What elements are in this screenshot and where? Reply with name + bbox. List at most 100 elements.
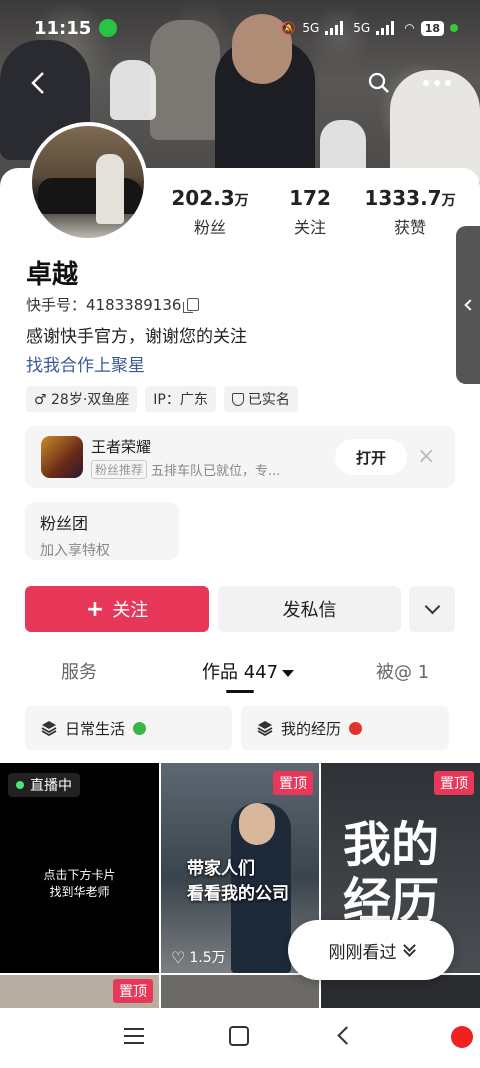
collection-my-experience-label: 我的经历 [281, 719, 342, 738]
tab-service[interactable]: 服务 [61, 658, 97, 684]
chevron-left-icon [464, 299, 476, 311]
profile-bio: 感谢快手官方，谢谢您的关注 [26, 327, 247, 347]
video-caption: 我的 经历 [343, 817, 439, 929]
tab-mentions[interactable]: 被@ 1 [376, 658, 429, 684]
kuaishou-id-row: 快手号：4183389136 [26, 294, 200, 315]
video2-caption-line1: 带家人们 [187, 859, 255, 879]
stat-fans[interactable]: 202.3万 粉丝 [160, 186, 260, 238]
stat-likes-unit: 万 [441, 193, 456, 209]
side-drawer-handle[interactable] [456, 226, 480, 384]
chevron-down-icon [424, 598, 440, 615]
wechat-icon [99, 19, 118, 37]
just-watched-button[interactable]: 刚刚看过 [288, 920, 454, 980]
live-text-line2: 找到华老师 [49, 885, 110, 899]
video-likes: ♡ 1.5万 [171, 947, 226, 967]
close-icon[interactable]: × [417, 444, 435, 469]
live-badge: 直播中 [8, 773, 80, 797]
signal-icon [325, 21, 347, 35]
video-tile[interactable]: 置顶 [0, 975, 159, 1008]
profile-tabs: 服务 作品 447 被@ 1 [0, 654, 480, 694]
fan-club-subtitle: 加入享特权 [40, 543, 110, 559]
stat-following[interactable]: 172 关注 [260, 186, 360, 238]
tag-verified-label: 已实名 [247, 392, 290, 408]
pinned-badge: 置顶 [273, 771, 313, 795]
home-icon[interactable] [229, 1026, 249, 1046]
status-time: 11:15 [34, 17, 92, 39]
status-bar: 11:15 🔕 5G 5G ◠ 18 [0, 0, 480, 56]
tag-age: ♂ 28岁·双鱼座 [26, 386, 138, 412]
tag-age-label: ♂ 28岁·双鱼座 [34, 392, 130, 408]
profile-name: 卓越 [26, 260, 79, 290]
video2-likes-count: 1.5万 [189, 950, 226, 966]
menu-icon[interactable] [124, 1028, 144, 1044]
record-dot-icon[interactable] [451, 1026, 473, 1048]
wifi-icon: ◠ [404, 21, 415, 35]
profile-tags: ♂ 28岁·双鱼座 IP：广东 已实名 [26, 386, 298, 412]
more-icon[interactable] [420, 66, 454, 100]
message-button[interactable]: 发私信 [218, 586, 401, 632]
back-nav-icon[interactable] [337, 1026, 356, 1045]
active-tab-indicator [226, 690, 254, 693]
red-circle-icon [349, 721, 363, 735]
live-tile-text: 点击下方卡片 找到华老师 [0, 867, 159, 901]
stat-following-number: 172 [289, 186, 331, 210]
pinned-badge: 置顶 [113, 979, 153, 1003]
tag-ip-label: IP：广东 [153, 392, 208, 408]
signal1-label: 5G [302, 21, 320, 35]
video3-caption-line1: 我的 [343, 817, 440, 873]
battery-icon: 18 [420, 20, 444, 36]
tab-works-label: 作品 447 [202, 662, 279, 683]
follow-button[interactable]: + 关注 [25, 586, 209, 632]
stat-likes[interactable]: 1333.7万 获赞 [360, 186, 460, 238]
copy-icon[interactable] [183, 298, 200, 313]
layers-icon [257, 721, 273, 736]
tab-works[interactable]: 作品 447 [202, 658, 295, 684]
pinned-badge: 置顶 [434, 771, 474, 795]
status-dot-icon [450, 24, 458, 32]
collab-link[interactable]: 找我合作上聚星 [26, 351, 145, 376]
game-subtitle: 五排车队已就位，专... [151, 464, 281, 479]
caret-down-icon [282, 669, 295, 677]
signal2-icon [376, 21, 398, 35]
system-nav-bar [0, 1008, 480, 1068]
heart-icon: ♡ [171, 947, 186, 967]
shield-icon [231, 392, 244, 406]
fan-recommend-badge: 粉丝推荐 [91, 460, 148, 479]
stat-following-label: 关注 [293, 218, 326, 237]
game-icon [41, 436, 83, 478]
open-game-button[interactable]: 打开 [335, 439, 407, 475]
video-caption: 带家人们 看看我的公司 [187, 857, 289, 907]
collection-daily-life[interactable]: 日常生活 [25, 706, 232, 750]
stat-likes-label: 获赞 [393, 218, 426, 237]
profile-stats: 202.3万 粉丝 172 关注 1333.7万 获赞 [160, 186, 460, 238]
live-text-line1: 点击下方卡片 [43, 868, 116, 882]
stat-fans-unit: 万 [234, 193, 249, 209]
video-tile[interactable] [161, 975, 319, 1008]
mute-icon: 🔕 [281, 21, 297, 35]
follow-label: 关注 [112, 600, 149, 621]
tag-verified: 已实名 [223, 386, 298, 412]
live-badge-label: 直播中 [30, 778, 72, 794]
video2-caption-line2: 看看我的公司 [187, 884, 289, 904]
stat-likes-number: 1333.7 [364, 186, 442, 210]
collection-my-experience[interactable]: 我的经历 [241, 706, 449, 750]
layers-icon [41, 721, 57, 736]
search-icon[interactable] [362, 66, 396, 100]
more-actions-button[interactable] [409, 586, 455, 632]
fan-club-title: 粉丝团 [40, 514, 89, 533]
video-tile-live[interactable]: 直播中 点击下方卡片 找到华老师 [0, 763, 159, 973]
stat-fans-label: 粉丝 [193, 218, 226, 237]
green-circle-icon [133, 721, 147, 735]
game-subtitle-row: 粉丝推荐 五排车队已就位，专... [91, 460, 280, 479]
collection-daily-life-label: 日常生活 [65, 719, 126, 738]
stat-fans-number: 202.3 [171, 186, 235, 210]
avatar[interactable] [28, 122, 148, 242]
fan-club-card[interactable]: 粉丝团 加入享特权 [25, 502, 179, 560]
game-title: 王者荣耀 [91, 438, 152, 456]
game-recommend-card[interactable]: 王者荣耀 粉丝推荐 五排车队已就位，专... 打开 × [25, 426, 455, 488]
plus-icon: + [85, 596, 105, 622]
double-chevron-down-icon [402, 939, 416, 957]
tag-ip: IP：广东 [145, 386, 216, 412]
signal2-label: 5G [353, 21, 371, 35]
back-icon[interactable] [22, 66, 56, 100]
